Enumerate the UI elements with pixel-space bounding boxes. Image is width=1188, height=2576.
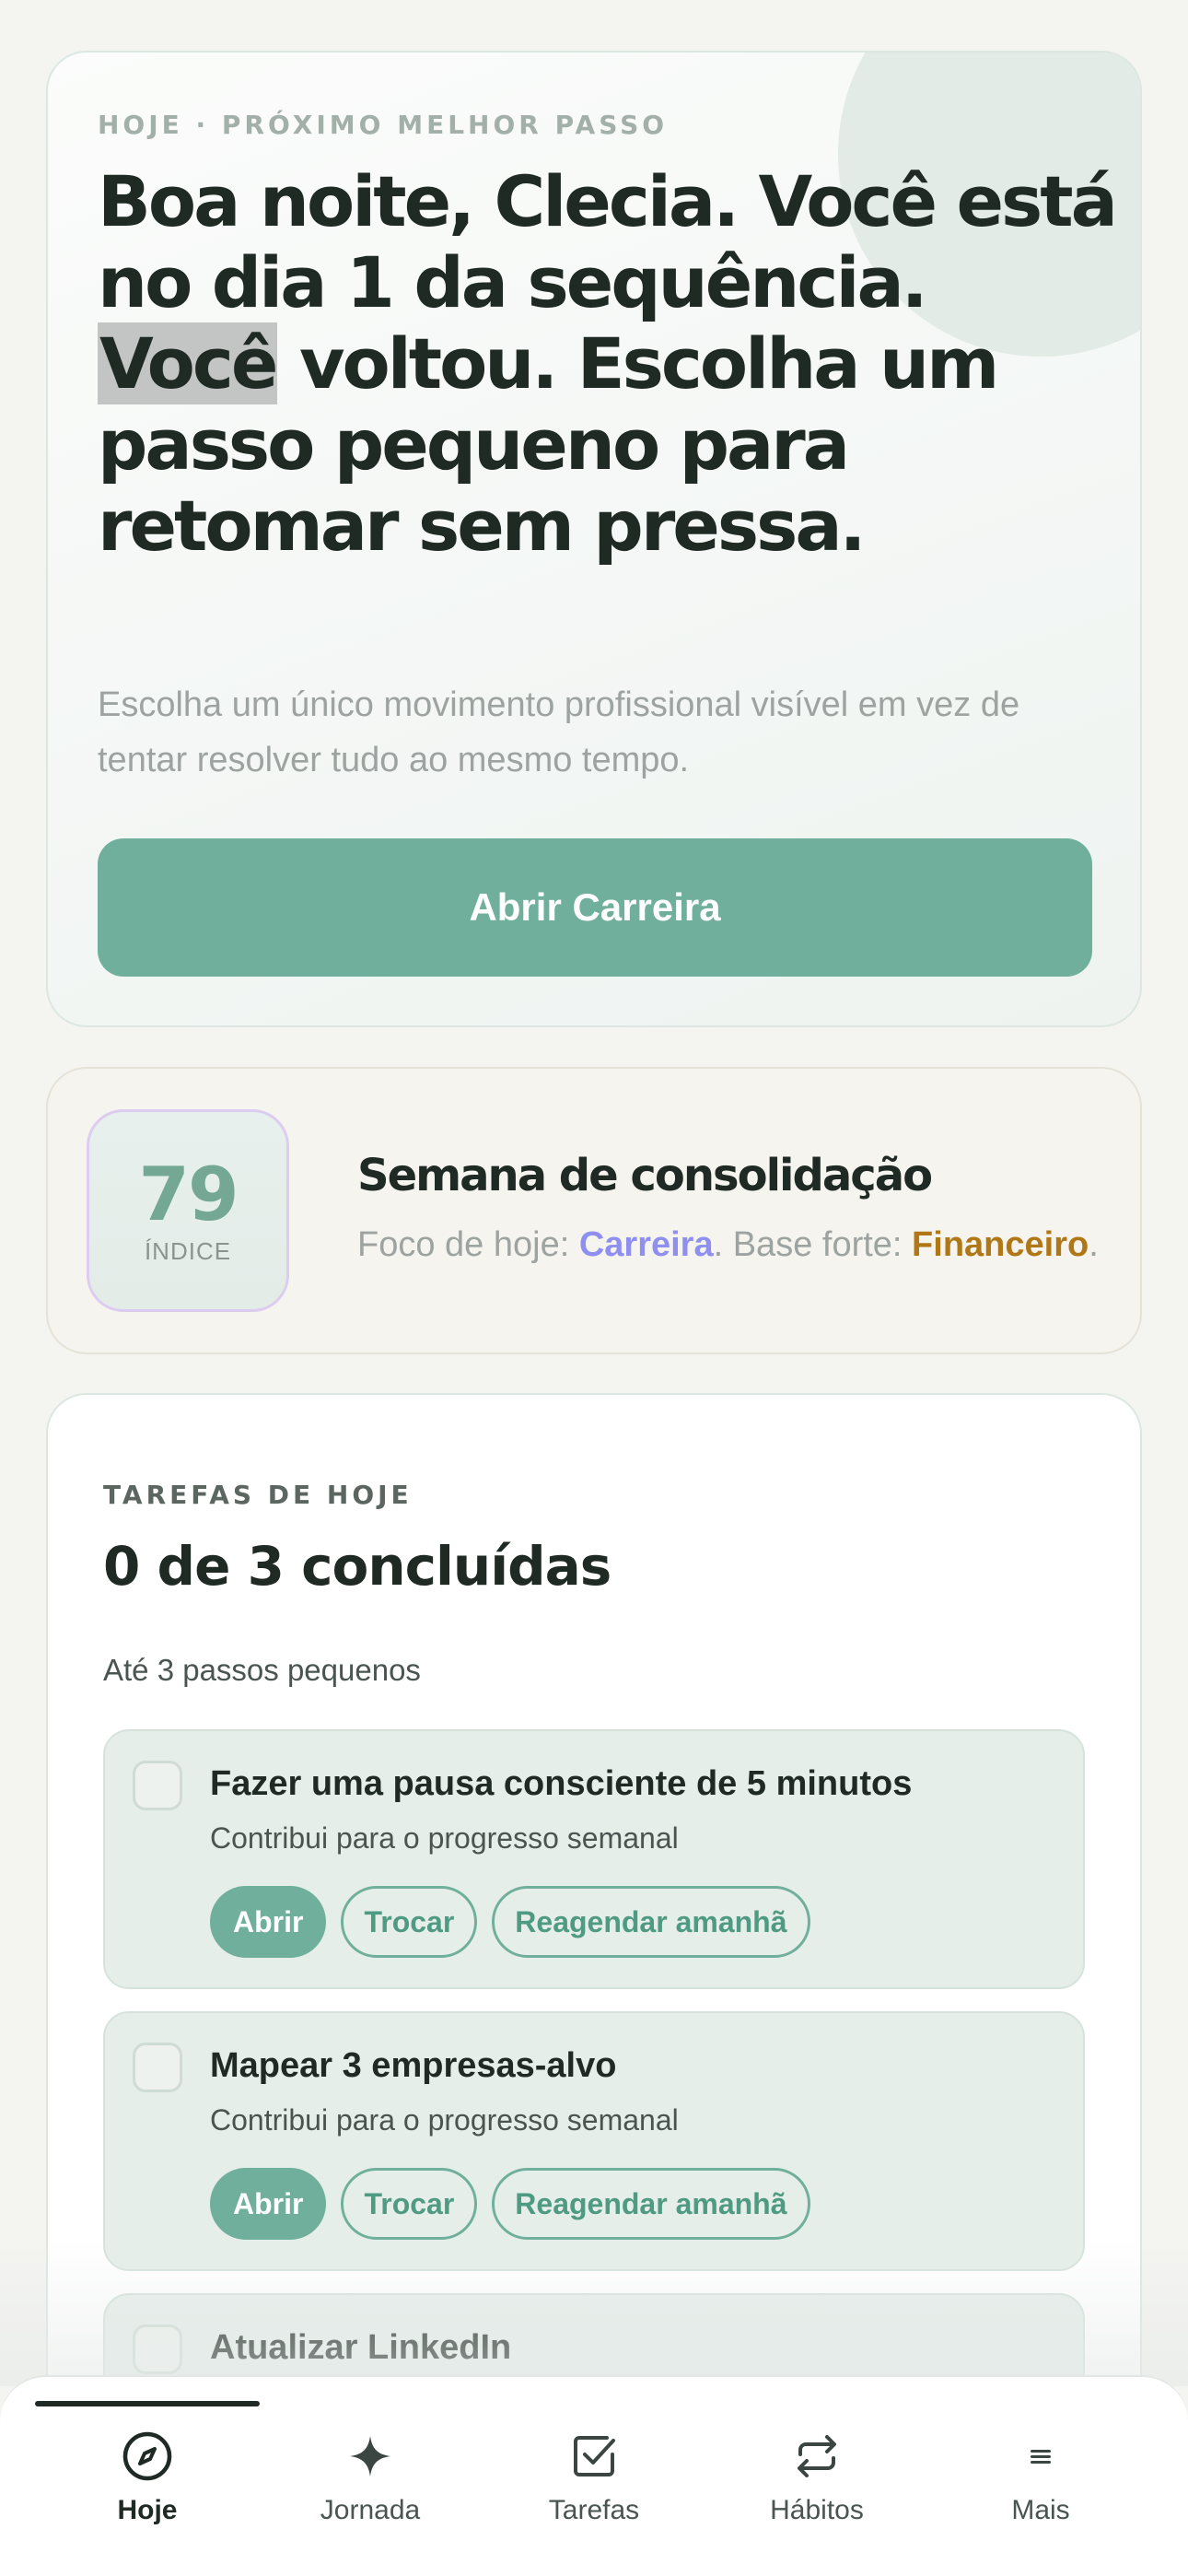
index-score-value: 79	[138, 1151, 239, 1237]
next-step-subtitle: Escolha um único movimento profissional …	[98, 685, 1020, 779]
open-task-button[interactable]: Abrir	[210, 2168, 327, 2240]
tab-tarefas[interactable]: Tarefas	[493, 2429, 695, 2548]
open-task-button[interactable]: Abrir	[210, 1886, 327, 1958]
task-actions: Abrir Trocar Reagendar amanhã	[210, 1886, 810, 1958]
next-step-card: HOJE · PRÓXIMO MELHOR PASSO Boa noite, C…	[46, 51, 1142, 1027]
task-item: Mapear 3 empresas-alvo Contribui para o …	[103, 2011, 1085, 2271]
base-area: Financeiro	[912, 1225, 1089, 1264]
greeting-headline: Boa noite, Clecia. Você está no dia 1 da…	[98, 161, 1120, 567]
week-title: Semana de consolidação	[357, 1150, 933, 1201]
task-checkbox[interactable]	[133, 2324, 182, 2374]
active-tab-indicator	[35, 2401, 260, 2406]
tasks-subtitle: Até 3 passos pequenos	[103, 1653, 421, 1687]
task-checkbox[interactable]	[133, 2043, 182, 2092]
open-career-button[interactable]: Abrir Carreira	[98, 838, 1092, 977]
next-step-eyebrow: HOJE · PRÓXIMO MELHOR PASSO	[98, 110, 669, 140]
menu-icon	[1013, 2429, 1068, 2484]
index-score-badge: 79 ÍNDICE	[87, 1109, 289, 1312]
focus-line-end: .	[1089, 1225, 1099, 1264]
base-prefix: . Base forte:	[713, 1225, 913, 1264]
task-actions: Abrir Trocar Reagendar amanhã	[210, 2168, 810, 2240]
today-screen: HOJE · PRÓXIMO MELHOR PASSO Boa noite, C…	[0, 0, 1188, 2576]
task-checkbox[interactable]	[133, 1761, 182, 1810]
tab-label: Jornada	[320, 2495, 421, 2525]
swap-task-button[interactable]: Trocar	[341, 2168, 478, 2240]
index-score-label: ÍNDICE	[144, 1236, 232, 1265]
tasks-progress-title: 0 de 3 concluídas	[103, 1535, 611, 1598]
reschedule-task-button[interactable]: Reagendar amanhã	[492, 1886, 810, 1958]
tab-hoje[interactable]: Hoje	[46, 2429, 249, 2548]
compass-icon	[120, 2429, 175, 2484]
headline-text-start: Boa noite, Clecia. Você está no dia 1 da…	[98, 160, 1118, 323]
tab-label: Mais	[1011, 2495, 1070, 2525]
task-subtitle: Contribui para o progresso semanal	[210, 1821, 679, 1855]
repeat-icon	[789, 2429, 844, 2484]
tasks-eyebrow: TAREFAS DE HOJE	[103, 1480, 413, 1510]
focus-prefix: Foco de hoje:	[357, 1225, 579, 1264]
tab-jornada[interactable]: Jornada	[269, 2429, 472, 2548]
task-subtitle: Contribui para o progresso semanal	[210, 2103, 679, 2137]
sparkle-icon	[343, 2429, 398, 2484]
swap-task-button[interactable]: Trocar	[341, 1886, 478, 1958]
focus-area: Carreira	[578, 1225, 714, 1264]
tab-label: Hoje	[117, 2495, 178, 2525]
tab-label: Tarefas	[548, 2495, 640, 2525]
tab-mais[interactable]: Mais	[939, 2429, 1142, 2548]
tab-label: Hábitos	[770, 2495, 864, 2525]
tab-habitos[interactable]: Hábitos	[716, 2429, 918, 2548]
checkbox-icon	[566, 2429, 622, 2484]
bottom-tab-bar: Hoje Jornada Tarefas Hábitos Mais	[0, 2375, 1188, 2576]
task-item: Fazer uma pausa consciente de 5 minutos …	[103, 1729, 1085, 1989]
headline-highlight: Você	[98, 322, 278, 404]
reschedule-task-button[interactable]: Reagendar amanhã	[492, 2168, 810, 2240]
task-title: Mapear 3 empresas-alvo	[210, 2046, 617, 2085]
task-title: Atualizar LinkedIn	[210, 2328, 512, 2367]
weekly-index-card[interactable]: 79 ÍNDICE Semana de consolidação Foco de…	[46, 1067, 1142, 1354]
week-focus-line: Foco de hoje: Carreira. Base forte: Fina…	[357, 1225, 1099, 1265]
task-title: Fazer uma pausa consciente de 5 minutos	[210, 1764, 913, 1803]
